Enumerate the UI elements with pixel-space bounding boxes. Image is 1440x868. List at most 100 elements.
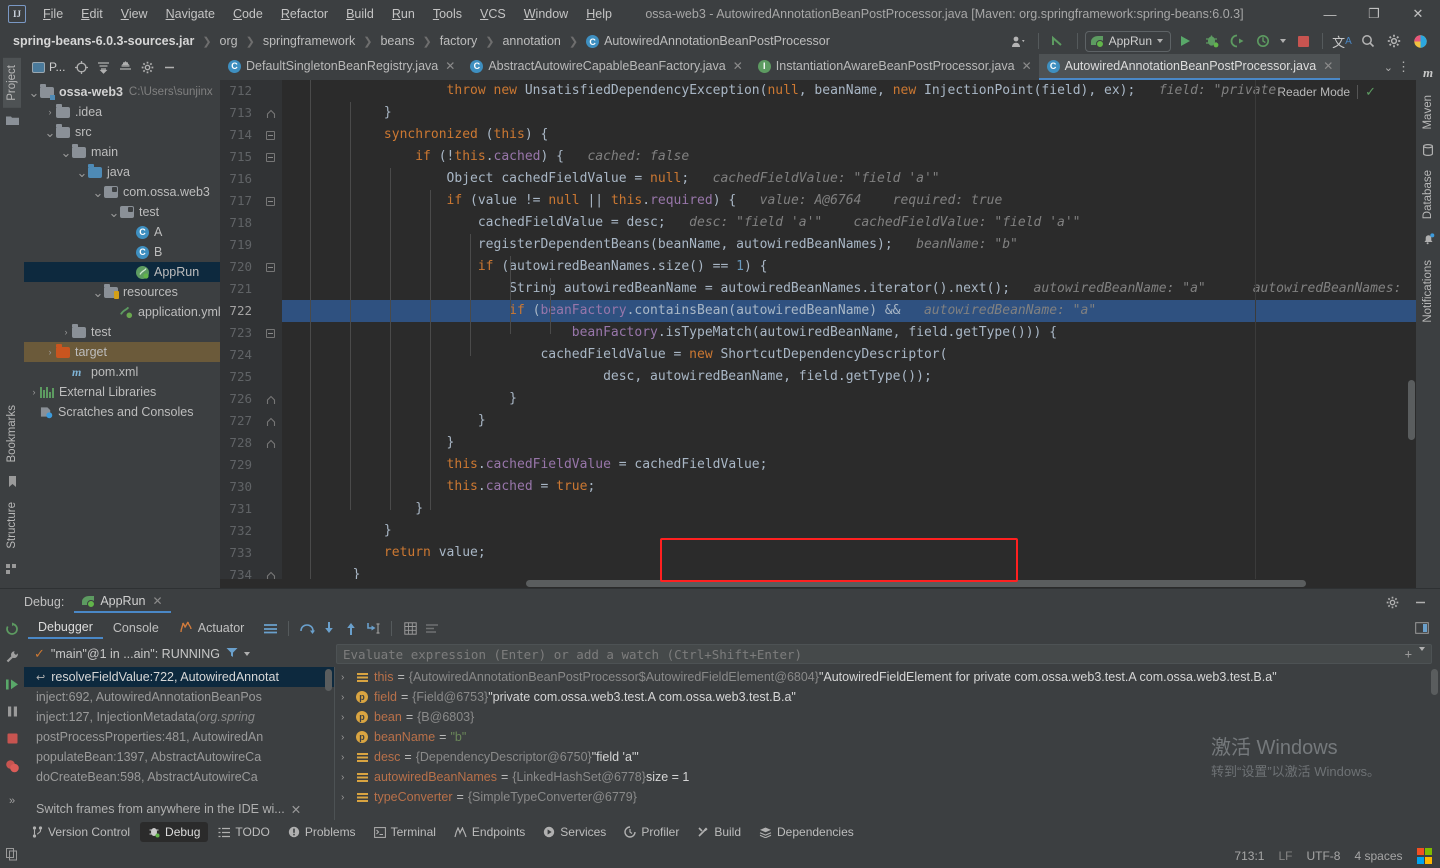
ai-assistant-icon[interactable] bbox=[1408, 30, 1432, 52]
menu-item-run[interactable]: Run bbox=[383, 4, 424, 24]
stack-frame-row[interactable]: inject:692, AutowiredAnnotationBeanPos bbox=[24, 687, 334, 707]
variable-row[interactable]: › desc = {DependencyDescriptor@6750} "fie… bbox=[335, 747, 1440, 767]
debugger-subtab[interactable]: Debugger bbox=[28, 617, 103, 639]
variable-row[interactable]: › this = {AutowiredAnnotationBeanPostProc… bbox=[335, 667, 1440, 687]
project-tree-item[interactable]: application.yml bbox=[24, 302, 220, 322]
chevron-right-icon[interactable]: › bbox=[341, 692, 355, 703]
step-over-icon[interactable] bbox=[297, 618, 317, 638]
menu-item-tools[interactable]: Tools bbox=[424, 4, 471, 24]
project-tree-item[interactable]: › target bbox=[24, 342, 220, 362]
step-out-icon[interactable] bbox=[341, 618, 361, 638]
chevron-right-icon[interactable]: › bbox=[60, 327, 72, 337]
stack-frame-row[interactable]: doCreateBean:598, AbstractAutowireCa bbox=[24, 767, 334, 787]
chevron-down-icon[interactable]: ⌄ bbox=[60, 146, 72, 159]
fold-collapse-icon[interactable] bbox=[265, 196, 276, 207]
bottom-bar-item-profiler[interactable]: Profiler bbox=[616, 822, 687, 842]
breadcrumb-item[interactable]: org bbox=[217, 33, 241, 49]
thread-selector[interactable]: ✓ "main"@1 in ...ain": RUNNING bbox=[24, 646, 334, 662]
run-button[interactable] bbox=[1173, 30, 1197, 52]
debug-session-tab[interactable]: AppRun ✕ bbox=[74, 591, 171, 613]
run-with-coverage-icon[interactable] bbox=[1225, 30, 1249, 52]
menu-item-window[interactable]: Window bbox=[515, 4, 577, 24]
project-tree-item[interactable]: › test bbox=[24, 322, 220, 342]
collapse-all-icon[interactable] bbox=[115, 57, 135, 77]
project-tree-item[interactable]: ⌄ test bbox=[24, 202, 220, 222]
menu-item-file[interactable]: File bbox=[34, 4, 72, 24]
code-editor[interactable]: 712 713 714 715 716 717 718 719 720 721 722 723 724 7… bbox=[220, 80, 1416, 588]
layout-settings-icon[interactable] bbox=[260, 618, 280, 638]
stack-frame-row[interactable]: postProcessProperties:481, AutowiredAn bbox=[24, 727, 334, 747]
editor-horizontal-scrollbar[interactable] bbox=[220, 579, 1416, 588]
filter-icon[interactable] bbox=[226, 647, 238, 661]
bottom-bar-item-debug[interactable]: Debug bbox=[140, 822, 209, 842]
bottom-bar-item-dependencies[interactable]: Dependencies bbox=[751, 822, 862, 842]
project-tree-item[interactable]: ⌄ com.ossa.web3 bbox=[24, 182, 220, 202]
debug-button[interactable] bbox=[1199, 30, 1223, 52]
evaluate-expression-icon[interactable] bbox=[400, 618, 420, 638]
tool-window-project[interactable]: Project bbox=[3, 58, 21, 108]
user-account-icon[interactable] bbox=[1007, 30, 1031, 52]
tool-window-structure[interactable]: Structure bbox=[3, 495, 21, 556]
rerun-icon[interactable] bbox=[5, 622, 19, 636]
close-icon[interactable]: ✕ bbox=[1321, 59, 1333, 73]
chevron-down-icon[interactable]: ⌄ bbox=[92, 186, 104, 199]
settings-gear-icon[interactable] bbox=[1382, 592, 1402, 612]
line-separator[interactable]: LF bbox=[1278, 849, 1292, 863]
close-icon[interactable]: ✕ bbox=[151, 594, 163, 608]
project-tree-item[interactable]: CB bbox=[24, 242, 220, 262]
close-icon[interactable]: ✕ bbox=[1020, 59, 1032, 73]
search-everywhere-icon[interactable] bbox=[1356, 30, 1380, 52]
stack-frame-row[interactable]: inject:127, InjectionMetadata (org.sprin… bbox=[24, 707, 334, 727]
variables-panel[interactable]: › this = {AutowiredAnnotationBeanPostProc… bbox=[334, 667, 1440, 820]
copy-icon[interactable] bbox=[6, 848, 18, 864]
editor-tab[interactable]: C DefaultSingletonBeanRegistry.java ✕ bbox=[220, 54, 462, 80]
tool-window-database[interactable]: Database bbox=[1419, 163, 1437, 226]
breadcrumb-item[interactable]: springframework bbox=[260, 33, 358, 49]
editor-gutter[interactable]: 712 713 714 715 716 717 718 719 720 721 722 723 724 7… bbox=[220, 80, 282, 588]
chevron-down-icon[interactable] bbox=[244, 652, 251, 656]
fold-end-icon[interactable] bbox=[265, 108, 276, 119]
bottom-bar-item-terminal[interactable]: Terminal bbox=[366, 822, 444, 842]
chevron-right-icon[interactable]: › bbox=[341, 772, 355, 783]
editor-hscroll-thumb[interactable] bbox=[526, 580, 1306, 587]
chevron-right-icon[interactable]: › bbox=[44, 347, 56, 357]
menu-item-edit[interactable]: Edit bbox=[72, 4, 112, 24]
close-icon[interactable]: ✕ bbox=[291, 802, 301, 817]
chevron-down-icon[interactable]: ⌄ bbox=[108, 206, 120, 219]
run-configuration-selector[interactable]: AppRun bbox=[1084, 30, 1171, 52]
bottom-bar-item-endpoints[interactable]: Endpoints bbox=[446, 822, 533, 842]
show-hidden-tabs-icon[interactable]: ⌄ bbox=[1384, 61, 1393, 74]
variables-scrollbar[interactable] bbox=[1431, 669, 1438, 695]
evaluate-expression-input[interactable]: Evaluate expression (Enter) or add a wat… bbox=[336, 644, 1432, 664]
frames-panel[interactable]: ↩ resolveFieldValue:722, AutowiredAnnotat… bbox=[24, 667, 334, 820]
menu-item-build[interactable]: Build bbox=[337, 4, 383, 24]
frames-scrollbar[interactable] bbox=[325, 669, 332, 691]
mute-breakpoints-icon[interactable] bbox=[422, 618, 442, 638]
maximize-button[interactable]: ❐ bbox=[1352, 0, 1396, 28]
project-tree-item[interactable]: ⌄ java bbox=[24, 162, 220, 182]
menu-item-navigate[interactable]: Navigate bbox=[157, 4, 224, 24]
breadcrumb-item[interactable]: beans bbox=[377, 33, 417, 49]
bottom-bar-item-version-control[interactable]: Version Control bbox=[24, 822, 138, 842]
fold-collapse-icon[interactable] bbox=[265, 262, 276, 273]
minimize-button[interactable]: — bbox=[1308, 0, 1352, 28]
project-folder-icon[interactable] bbox=[5, 115, 19, 126]
settings-gear-icon[interactable] bbox=[137, 57, 157, 77]
chevron-down-icon[interactable] bbox=[1419, 647, 1425, 651]
more-actions-icon[interactable]: » bbox=[9, 795, 15, 807]
chevron-down-icon[interactable]: ⌄ bbox=[92, 286, 104, 299]
reader-mode-badge[interactable]: Reader Mode ✓ bbox=[1277, 84, 1376, 100]
tool-window-maven[interactable]: Maven bbox=[1419, 88, 1437, 137]
variable-row[interactable]: › p field = {Field@6753} "private com.ossa… bbox=[335, 687, 1440, 707]
project-tree-item[interactable]: AppRun bbox=[24, 262, 220, 282]
structure-icon[interactable] bbox=[6, 563, 18, 575]
project-tree-item[interactable]: CA bbox=[24, 222, 220, 242]
bookmark-icon[interactable] bbox=[8, 476, 17, 488]
hide-panel-icon[interactable] bbox=[1410, 592, 1430, 612]
menu-item-vcs[interactable]: VCS bbox=[471, 4, 515, 24]
profiler-dropdown-icon[interactable] bbox=[1277, 30, 1289, 52]
project-tree-item[interactable]: ⌄ main bbox=[24, 142, 220, 162]
maven-icon[interactable]: m bbox=[1423, 65, 1433, 81]
add-watch-icon[interactable]: + bbox=[1405, 647, 1412, 661]
project-tree-item[interactable]: › .idea bbox=[24, 102, 220, 122]
